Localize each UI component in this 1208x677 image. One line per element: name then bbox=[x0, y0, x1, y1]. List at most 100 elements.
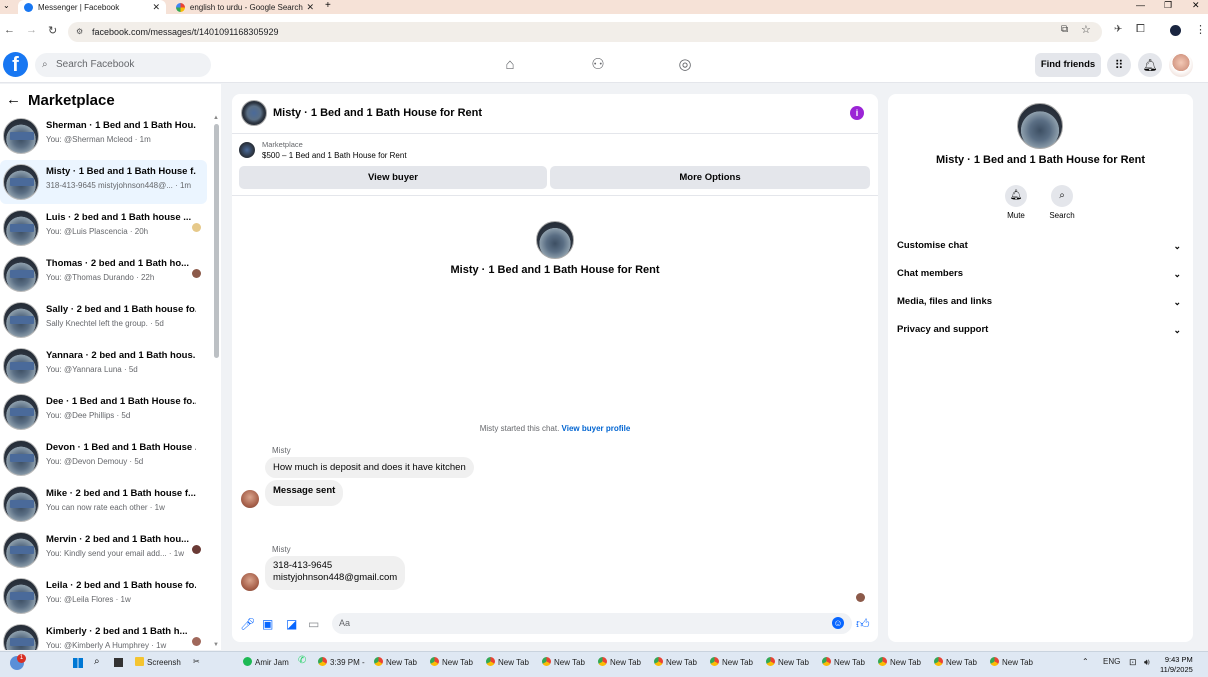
chat-title[interactable]: Misty · 1 Bed and 1 Bath House for Rent bbox=[273, 107, 482, 119]
search-icon[interactable]: ⌕ bbox=[1051, 185, 1073, 207]
extension-pin-icon[interactable]: ✈ bbox=[1114, 24, 1122, 35]
taskbar-item[interactable]: New Tab bbox=[766, 657, 809, 667]
conversation-item-selected[interactable]: Misty · 1 Bed and 1 Bath House f... 318-… bbox=[0, 160, 207, 204]
task-view-icon[interactable] bbox=[114, 658, 123, 667]
conversation-item[interactable]: Kimberly · 2 bed and 1 Bath h... You: @K… bbox=[0, 620, 207, 650]
url-field[interactable]: ⚙ facebook.com/messages/t/14010911683059… bbox=[68, 22, 1102, 42]
sidebar-scrollbar[interactable] bbox=[214, 124, 219, 358]
conversation-item[interactable]: Mike · 2 bed and 1 Bath house f... You c… bbox=[0, 482, 207, 526]
back-arrow-icon[interactable]: ← bbox=[4, 24, 15, 36]
menu-grid-icon[interactable]: ⠿ bbox=[1107, 53, 1131, 77]
conversation-item[interactable]: Yannara · 2 bed and 1 Bath hous... You: … bbox=[0, 344, 207, 388]
restore-icon[interactable]: ❐ bbox=[1164, 0, 1172, 11]
tab-messenger[interactable]: Messenger | Facebook ✕ bbox=[18, 0, 166, 14]
taskbar-item[interactable]: 3:39 PM - bbox=[318, 657, 365, 667]
whatsapp-icon[interactable]: ✆ bbox=[298, 655, 306, 666]
home-icon[interactable]: ⌂ bbox=[501, 56, 519, 74]
chat-thumbnail[interactable] bbox=[241, 100, 267, 126]
more-options-button[interactable]: More Options bbox=[550, 166, 870, 189]
profile-icon[interactable] bbox=[1170, 25, 1181, 36]
taskbar-item[interactable]: New Tab bbox=[598, 657, 641, 667]
taskbar-item[interactable]: New Tab bbox=[486, 657, 529, 667]
taskbar-item[interactable]: New Tab bbox=[934, 657, 977, 667]
conversation-item[interactable]: Sherman · 1 Bed and 1 Bath Hou... You: @… bbox=[0, 114, 207, 158]
listing-price[interactable]: $500 – 1 Bed and 1 Bath House for Rent bbox=[262, 151, 407, 160]
conversation-item[interactable]: Luis · 2 bed and 1 Bath house ... You: @… bbox=[0, 206, 207, 250]
volume-icon[interactable]: 🔊︎ bbox=[1144, 657, 1150, 668]
view-buyer-button[interactable]: View buyer bbox=[239, 166, 547, 189]
close-icon[interactable]: ✕ bbox=[152, 2, 160, 13]
photo-icon[interactable]: ▣ bbox=[262, 617, 273, 631]
message-bubble[interactable]: How much is deposit and does it have kit… bbox=[265, 457, 474, 478]
taskbar-item[interactable]: New Tab bbox=[430, 657, 473, 667]
install-app-icon[interactable]: ⧉ bbox=[1061, 24, 1068, 35]
conversation-item[interactable]: Dee · 1 Bed and 1 Bath House fo... You: … bbox=[0, 390, 207, 434]
find-friends-button[interactable]: Find friends bbox=[1035, 53, 1101, 77]
taskbar-item[interactable]: Screenshot bbox=[135, 657, 181, 667]
details-thumbnail[interactable] bbox=[1017, 103, 1063, 149]
minimize-icon[interactable]: — bbox=[1136, 0, 1145, 10]
taskbar-label: New Tab bbox=[610, 658, 641, 667]
taskbar-item[interactable]: New Tab bbox=[710, 657, 753, 667]
scroll-down-arrow-icon[interactable]: ▼ bbox=[213, 642, 219, 648]
message-bubble[interactable]: 318-413-9645 mistyjohnson448@gmail.com bbox=[265, 556, 406, 590]
browser-menu-icon[interactable]: ⋮ bbox=[1195, 23, 1206, 36]
like-thumb-icon[interactable]: 👍︎ bbox=[856, 616, 870, 632]
chat-members-row[interactable]: Chat members ⌄ bbox=[897, 264, 1185, 284]
language-indicator[interactable]: ENG bbox=[1103, 657, 1120, 666]
scroll-up-arrow-icon[interactable]: ▲ bbox=[213, 115, 219, 121]
new-tab-plus-icon[interactable]: + bbox=[325, 0, 331, 11]
sender-avatar[interactable] bbox=[241, 573, 259, 591]
forward-arrow-icon[interactable]: → bbox=[26, 24, 37, 36]
taskbar-item[interactable]: New Tab bbox=[542, 657, 585, 667]
taskbar-item[interactable]: Amir Jama bbox=[243, 657, 289, 667]
mute-bell-icon[interactable]: 🔔︎ bbox=[1005, 185, 1027, 207]
info-icon[interactable]: i bbox=[850, 106, 864, 120]
notifications-bell-icon[interactable]: 🔔︎ bbox=[1138, 53, 1162, 77]
taskbar-item[interactable]: New Tab bbox=[822, 657, 865, 667]
back-arrow-icon[interactable]: ← bbox=[6, 91, 21, 108]
gif-icon[interactable]: ▭ bbox=[308, 617, 319, 631]
snipping-tool-icon[interactable]: ✂ bbox=[193, 657, 200, 666]
extensions-puzzle-icon[interactable]: ⧠ bbox=[1136, 23, 1145, 36]
reload-icon[interactable]: ↻ bbox=[48, 24, 57, 37]
taskbar-item[interactable]: New Tab bbox=[878, 657, 921, 667]
close-icon[interactable]: ✕ bbox=[306, 2, 314, 13]
account-avatar[interactable] bbox=[1169, 53, 1193, 77]
customise-chat-row[interactable]: Customise chat ⌄ bbox=[897, 236, 1185, 256]
listing-thumbnail[interactable] bbox=[239, 142, 255, 158]
facebook-logo-icon[interactable]: f bbox=[3, 52, 28, 77]
media-files-row[interactable]: Media, files and links ⌄ bbox=[897, 292, 1185, 312]
conversation-item[interactable]: Leila · 2 bed and 1 Bath house fo... You… bbox=[0, 574, 207, 618]
view-buyer-profile-link[interactable]: View buyer profile bbox=[562, 424, 631, 433]
site-info-icon[interactable]: ⚙ bbox=[76, 22, 83, 42]
taskbar-label: New Tab bbox=[1002, 658, 1033, 667]
window-close-icon[interactable]: ✕ bbox=[1192, 0, 1200, 11]
conversation-item[interactable]: Devon · 1 Bed and 1 Bath House ... You: … bbox=[0, 436, 207, 480]
microphone-icon[interactable]: 🎤︎ bbox=[240, 617, 255, 631]
taskbar-label: New Tab bbox=[666, 658, 697, 667]
sender-avatar[interactable] bbox=[241, 490, 259, 508]
bookmark-star-icon[interactable]: ☆ bbox=[1081, 23, 1091, 36]
taskbar-item[interactable]: New Tab bbox=[990, 657, 1033, 667]
message-bubble[interactable]: Message sent bbox=[265, 480, 344, 506]
sticker-icon[interactable]: ◪ bbox=[286, 617, 297, 631]
taskbar-item[interactable]: New Tab bbox=[654, 657, 697, 667]
taskbar-item[interactable]: New Tab bbox=[374, 657, 417, 667]
message-input[interactable]: Aa bbox=[332, 613, 852, 634]
taskbar-search-icon[interactable]: ⌕ bbox=[94, 656, 100, 667]
conversation-item[interactable]: Sally · 2 bed and 1 Bath house fo... Sal… bbox=[0, 298, 207, 342]
network-icon[interactable]: ⊡ bbox=[1129, 657, 1137, 668]
friends-icon[interactable]: ⚇ bbox=[589, 56, 607, 74]
privacy-support-row[interactable]: Privacy and support ⌄ bbox=[897, 320, 1185, 340]
system-clock[interactable]: 9:43 PM 11/9/2025 bbox=[1160, 655, 1193, 675]
tray-chevron-up-icon[interactable]: ⌃ bbox=[1082, 657, 1089, 666]
tab-search-icon[interactable]: ⌄ bbox=[3, 1, 10, 10]
search-input[interactable]: ⌕ Search Facebook bbox=[35, 53, 211, 77]
conversation-item[interactable]: Thomas · 2 bed and 1 Bath ho... You: @Th… bbox=[0, 252, 207, 296]
start-windows-icon[interactable] bbox=[73, 658, 83, 668]
conversation-item[interactable]: Mervin · 2 bed and 1 Bath hou... You: Ki… bbox=[0, 528, 207, 572]
groups-icon[interactable]: ◎ bbox=[676, 56, 694, 74]
tab-google[interactable]: english to urdu - Google Search ✕ bbox=[170, 0, 320, 14]
emoji-icon[interactable]: ☺ bbox=[832, 617, 844, 629]
